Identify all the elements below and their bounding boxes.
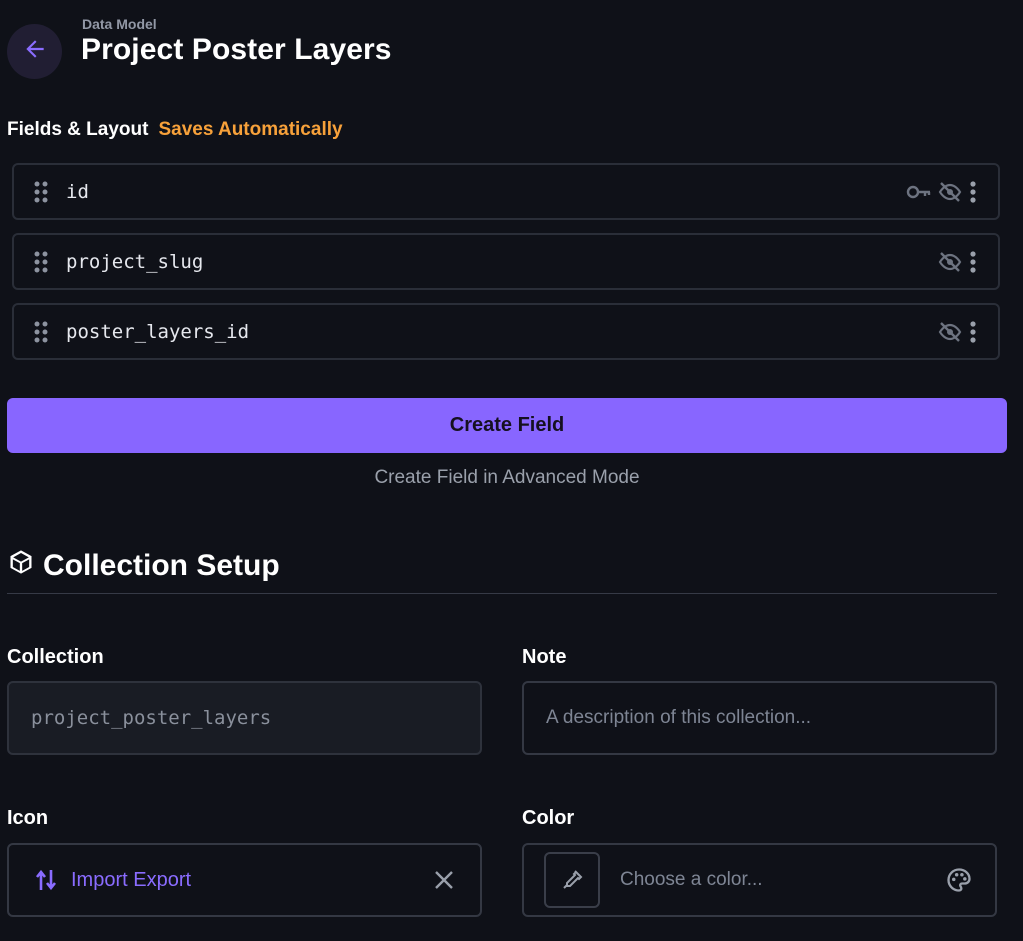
more-vert-icon[interactable] [968, 180, 978, 203]
note-input[interactable]: A description of this collection... [522, 681, 997, 755]
autosave-status: Saves Automatically [158, 119, 343, 140]
divider [7, 593, 997, 594]
icon-select[interactable]: Import Export [7, 843, 482, 917]
clear-icon[interactable] [434, 870, 454, 890]
collection-label: Collection [7, 646, 104, 668]
create-field-button[interactable]: Create Field [7, 398, 1007, 453]
page-title: Project Poster Layers [81, 33, 392, 66]
fields-title: Fields & Layout [7, 119, 149, 140]
note-placeholder: A description of this collection... [546, 707, 812, 728]
collection-input: project_poster_layers [7, 681, 482, 755]
key-icon [906, 181, 932, 203]
icon-value: Import Export [71, 868, 192, 891]
arrow-left-icon [22, 36, 48, 67]
color-input[interactable]: Choose a color... [522, 843, 997, 917]
hidden-eye-icon[interactable] [938, 321, 962, 343]
drag-handle-icon[interactable] [34, 251, 48, 273]
field-row-poster-layers-id[interactable]: poster_layers_id [12, 303, 1000, 360]
more-vert-icon[interactable] [968, 320, 978, 343]
field-name: poster_layers_id [66, 320, 250, 343]
field-row-id[interactable]: id [12, 163, 1000, 220]
field-name: project_slug [66, 250, 204, 273]
field-name: id [66, 180, 89, 203]
back-button[interactable] [7, 24, 62, 79]
hidden-eye-icon[interactable] [938, 181, 962, 203]
palette-icon[interactable] [945, 866, 973, 894]
collection-value: project_poster_layers [31, 707, 272, 729]
color-picker-button[interactable] [544, 852, 600, 908]
field-row-project-slug[interactable]: project_slug [12, 233, 1000, 290]
import-export-icon [35, 868, 57, 892]
color-placeholder: Choose a color... [620, 869, 763, 890]
note-label: Note [522, 646, 567, 668]
color-label: Color [522, 807, 575, 829]
more-vert-icon[interactable] [968, 250, 978, 273]
icon-label: Icon [7, 807, 49, 829]
drag-handle-icon[interactable] [34, 181, 48, 203]
breadcrumb: Data Model [82, 16, 157, 32]
fields-header: Fields & Layout Saves Automatically [7, 119, 343, 141]
create-field-advanced-link[interactable]: Create Field in Advanced Mode [0, 467, 1014, 489]
hidden-eye-icon[interactable] [938, 251, 962, 273]
drag-handle-icon[interactable] [34, 321, 48, 343]
box-icon [7, 548, 35, 584]
collection-setup-title: Collection Setup [43, 549, 280, 582]
eyedropper-icon [560, 868, 584, 892]
section-title: Collection Setup [7, 548, 280, 584]
